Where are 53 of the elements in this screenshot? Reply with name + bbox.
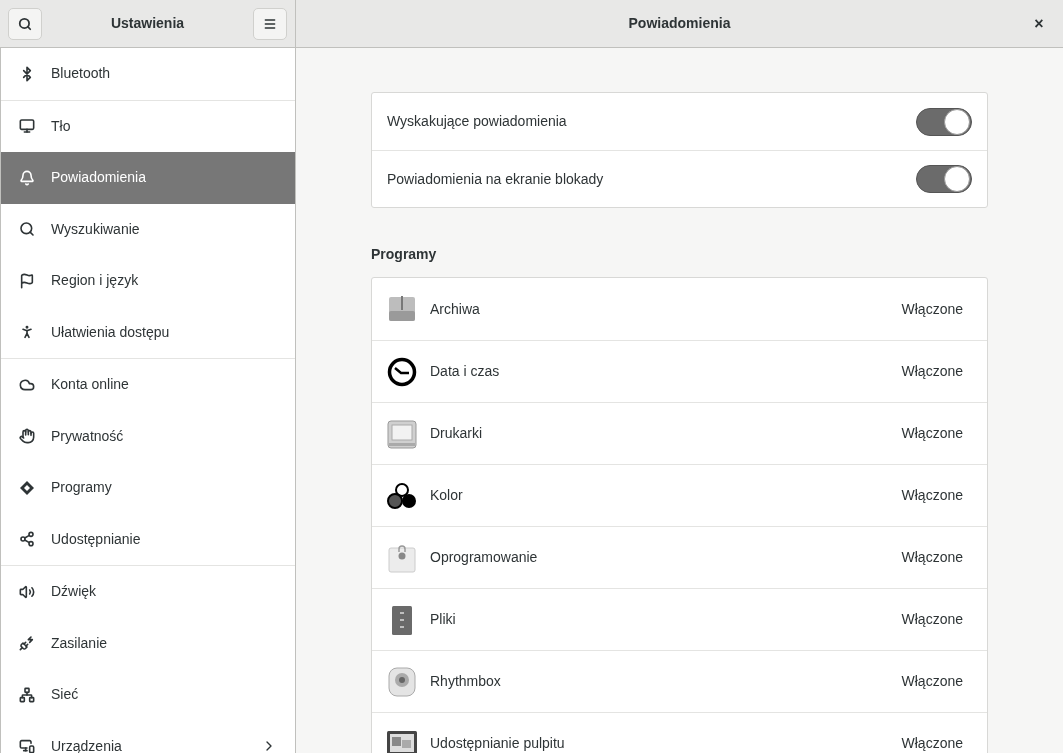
app-row[interactable]: Oprogramowanie Włączone xyxy=(372,526,987,588)
speaker-icon xyxy=(386,665,418,698)
app-status: Włączone xyxy=(901,734,964,753)
app-row[interactable]: Drukarki Włączone xyxy=(372,402,987,464)
accessibility-icon xyxy=(19,324,35,341)
close-button[interactable]: × xyxy=(1027,12,1051,36)
app-name: Pliki xyxy=(430,610,457,629)
monitor-icon xyxy=(19,118,35,135)
search-icon xyxy=(19,221,35,238)
menu-button[interactable] xyxy=(253,7,287,40)
app-row[interactable]: Archiwa Włączone xyxy=(372,278,987,340)
search-icon xyxy=(18,16,32,31)
toggle-switch[interactable] xyxy=(916,107,972,136)
flag-icon xyxy=(19,272,35,289)
app-status: Włączone xyxy=(901,424,964,443)
app-name: Oprogramowanie xyxy=(430,548,539,567)
app-status: Włączone xyxy=(901,299,964,319)
app-name: Drukarki xyxy=(430,424,484,443)
menu-icon xyxy=(263,16,277,31)
toggle-switch[interactable] xyxy=(916,165,972,193)
app-status: Włączone xyxy=(901,672,964,691)
switch-label: Wyskakujące powiadomienia xyxy=(387,112,567,131)
share-icon xyxy=(19,531,35,548)
app-status: Włączone xyxy=(901,610,964,629)
speaker-icon xyxy=(19,583,35,600)
devices-icon xyxy=(19,738,35,753)
app-row[interactable]: Udostępnianie pulpitu Włączone xyxy=(372,712,987,753)
app-row[interactable]: Kolor Włączone xyxy=(372,464,987,526)
app-status: Włączone xyxy=(901,362,964,381)
sidebar-item[interactable]: Powiadomienia xyxy=(1,152,295,204)
hand-icon xyxy=(19,428,35,445)
printer-icon xyxy=(386,417,418,450)
app-name: Data i czas xyxy=(430,362,501,381)
app-row[interactable]: Rhythmbox Włączone xyxy=(372,650,987,712)
diamond-icon xyxy=(19,479,35,496)
app-row[interactable]: Pliki Włączone xyxy=(372,588,987,650)
network-icon xyxy=(19,686,35,703)
app-status: Włączone xyxy=(901,548,964,567)
bell-icon xyxy=(19,169,35,186)
app-status: Włączone xyxy=(901,486,964,505)
app-name: Archiwa xyxy=(430,299,481,319)
clock-icon xyxy=(386,355,418,388)
window-title: Powiadomienia xyxy=(628,14,731,33)
app-row[interactable]: Data i czas Włączone xyxy=(372,340,987,402)
plug-icon xyxy=(19,635,35,652)
search-button[interactable] xyxy=(8,7,42,40)
app-name: Udostępnianie pulpitu xyxy=(430,734,566,753)
sidebar-title: Ustawienia xyxy=(110,14,185,33)
switch-label: Powiadomienia na ekranie blokady xyxy=(387,169,604,189)
app-name: Rhythmbox xyxy=(430,672,502,691)
section-heading: Programy xyxy=(371,245,438,264)
app-name: Kolor xyxy=(430,486,464,505)
cloud-icon xyxy=(19,376,35,393)
